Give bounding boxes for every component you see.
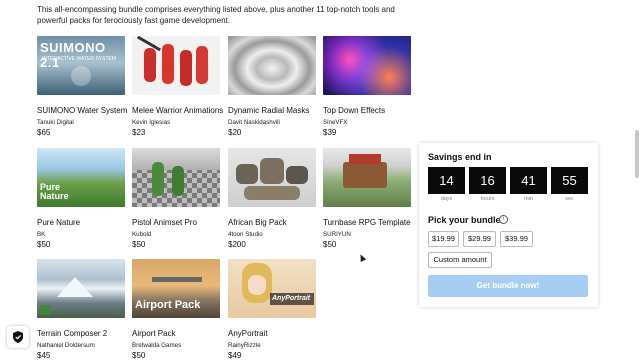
product-card[interactable]: AnyPortrait AnyPortrait RainyRizzle $49 [228,259,316,361]
product-price: $20 [228,128,242,137]
countdown-days: 14 [428,167,465,194]
product-thumbnail[interactable] [323,148,411,207]
product-title[interactable]: Terrain Composer 2 [37,329,125,339]
product-publisher: Davit Naskidashvili [228,119,280,126]
savings-title: Savings end in [428,152,492,162]
bundle-purchase-panel: Savings end in 14 days 16 hours 41 min 5… [419,143,598,307]
product-thumbnail[interactable]: Pure Nature [37,148,125,207]
product-thumbnail[interactable] [323,36,411,95]
product-card[interactable]: Top Down Effects SineVFX $39 [323,36,411,138]
product-title[interactable]: Pure Nature [37,218,125,228]
product-card[interactable]: African Big Pack 4toon Studio $200 [228,148,316,250]
shield-icon-svg [13,331,23,343]
logo-mark [71,66,91,86]
product-price: $39 [323,128,337,137]
product-publisher: Bretwalda Games [132,342,182,349]
countdown-sec: 55 [551,167,588,194]
product-publisher: BK [37,231,46,238]
scrollbar[interactable] [635,130,639,178]
product-title[interactable]: Turnbase RPG Template [323,218,411,228]
product-card[interactable]: Pure Nature Pure Nature BK $50 [37,148,125,250]
product-title[interactable]: Airport Pack [132,329,220,339]
countdown-days-label: days [440,196,453,202]
product-publisher: RainyRizzle [228,342,261,349]
product-publisher: Tanuki Digital [37,119,74,126]
product-title[interactable]: Top Down Effects [323,106,411,116]
product-publisher: SineVFX [323,119,348,126]
product-card[interactable]: Melee Warrior Animations Kevin Iglesias … [132,36,223,138]
product-publisher: SURIYUN [323,231,351,238]
product-publisher: Nathaniel Doldersum [37,342,95,349]
mouse-cursor [357,253,367,262]
pick-bundle-title: Pick your bundle [428,215,501,225]
product-price: $50 [323,240,337,249]
product-publisher: 4toon Studio [228,231,263,238]
product-card[interactable]: SUIMONO 2.1 INTERACTIVE WATER SYSTEM SUI… [37,36,127,138]
product-price: $200 [228,240,246,249]
price-option-1999[interactable]: $19.99 [428,231,459,247]
countdown-hours-label: hours [480,196,495,202]
product-card[interactable]: Turnbase RPG Template SURIYUN $50 [323,148,411,250]
product-thumbnail[interactable] [132,148,220,207]
product-card[interactable]: Terrain Composer 2 Nathaniel Doldersum $… [37,259,125,361]
product-thumbnail[interactable]: AnyPortrait [228,259,316,318]
product-publisher: Kubold [132,231,152,238]
product-price: $65 [37,128,51,137]
product-card[interactable]: Dynamic Radial Masks Davit Naskidashvili… [228,36,316,138]
product-title[interactable]: Dynamic Radial Masks [228,106,316,116]
product-title[interactable]: African Big Pack [228,218,316,228]
product-title[interactable]: SUIMONO Water System [37,106,127,116]
shield-icon[interactable] [7,326,29,348]
product-title[interactable]: Melee Warrior Animations [132,106,223,116]
thumb-logo-text: Airport Pack [135,299,201,311]
thumb-logo-text: AnyPortrait [272,295,311,302]
price-option-3999[interactable]: $39.99 [500,231,533,247]
countdown-min-label: min [524,196,533,202]
product-card[interactable]: Airport Pack Airport Pack Bretwalda Game… [132,259,220,361]
product-card[interactable]: Pistol Animset Pro Kubold $50 [132,148,220,250]
get-bundle-button[interactable]: Get bundle now! [428,275,588,297]
custom-amount-button[interactable]: Custom amount [428,252,492,268]
price-option-2999[interactable]: $29.99 [463,231,496,247]
countdown-min: 41 [510,167,547,194]
product-title[interactable]: Pistol Animset Pro [132,218,220,228]
product-price: $50 [132,240,146,249]
product-thumbnail[interactable] [228,36,316,95]
countdown-sec-label: sec [565,196,574,202]
thumb-subtitle: INTERACTIVE WATER SYSTEM [42,56,116,62]
thumb-logo-text: Pure Nature [40,182,69,201]
product-title[interactable]: AnyPortrait [228,329,316,339]
bundle-description: This all-encompassing bundle comprises e… [37,5,395,25]
product-price: $50 [37,240,51,249]
countdown-hours: 16 [469,167,506,194]
info-icon[interactable]: i [499,215,508,224]
product-thumbnail[interactable] [228,148,316,207]
product-thumbnail[interactable] [132,36,220,95]
product-thumbnail[interactable]: Airport Pack [132,259,220,318]
product-publisher: Kevin Iglesias [132,119,171,126]
product-price: $23 [132,128,146,137]
product-thumbnail[interactable]: SUIMONO 2.1 INTERACTIVE WATER SYSTEM [37,36,125,95]
product-thumbnail[interactable] [37,259,125,318]
